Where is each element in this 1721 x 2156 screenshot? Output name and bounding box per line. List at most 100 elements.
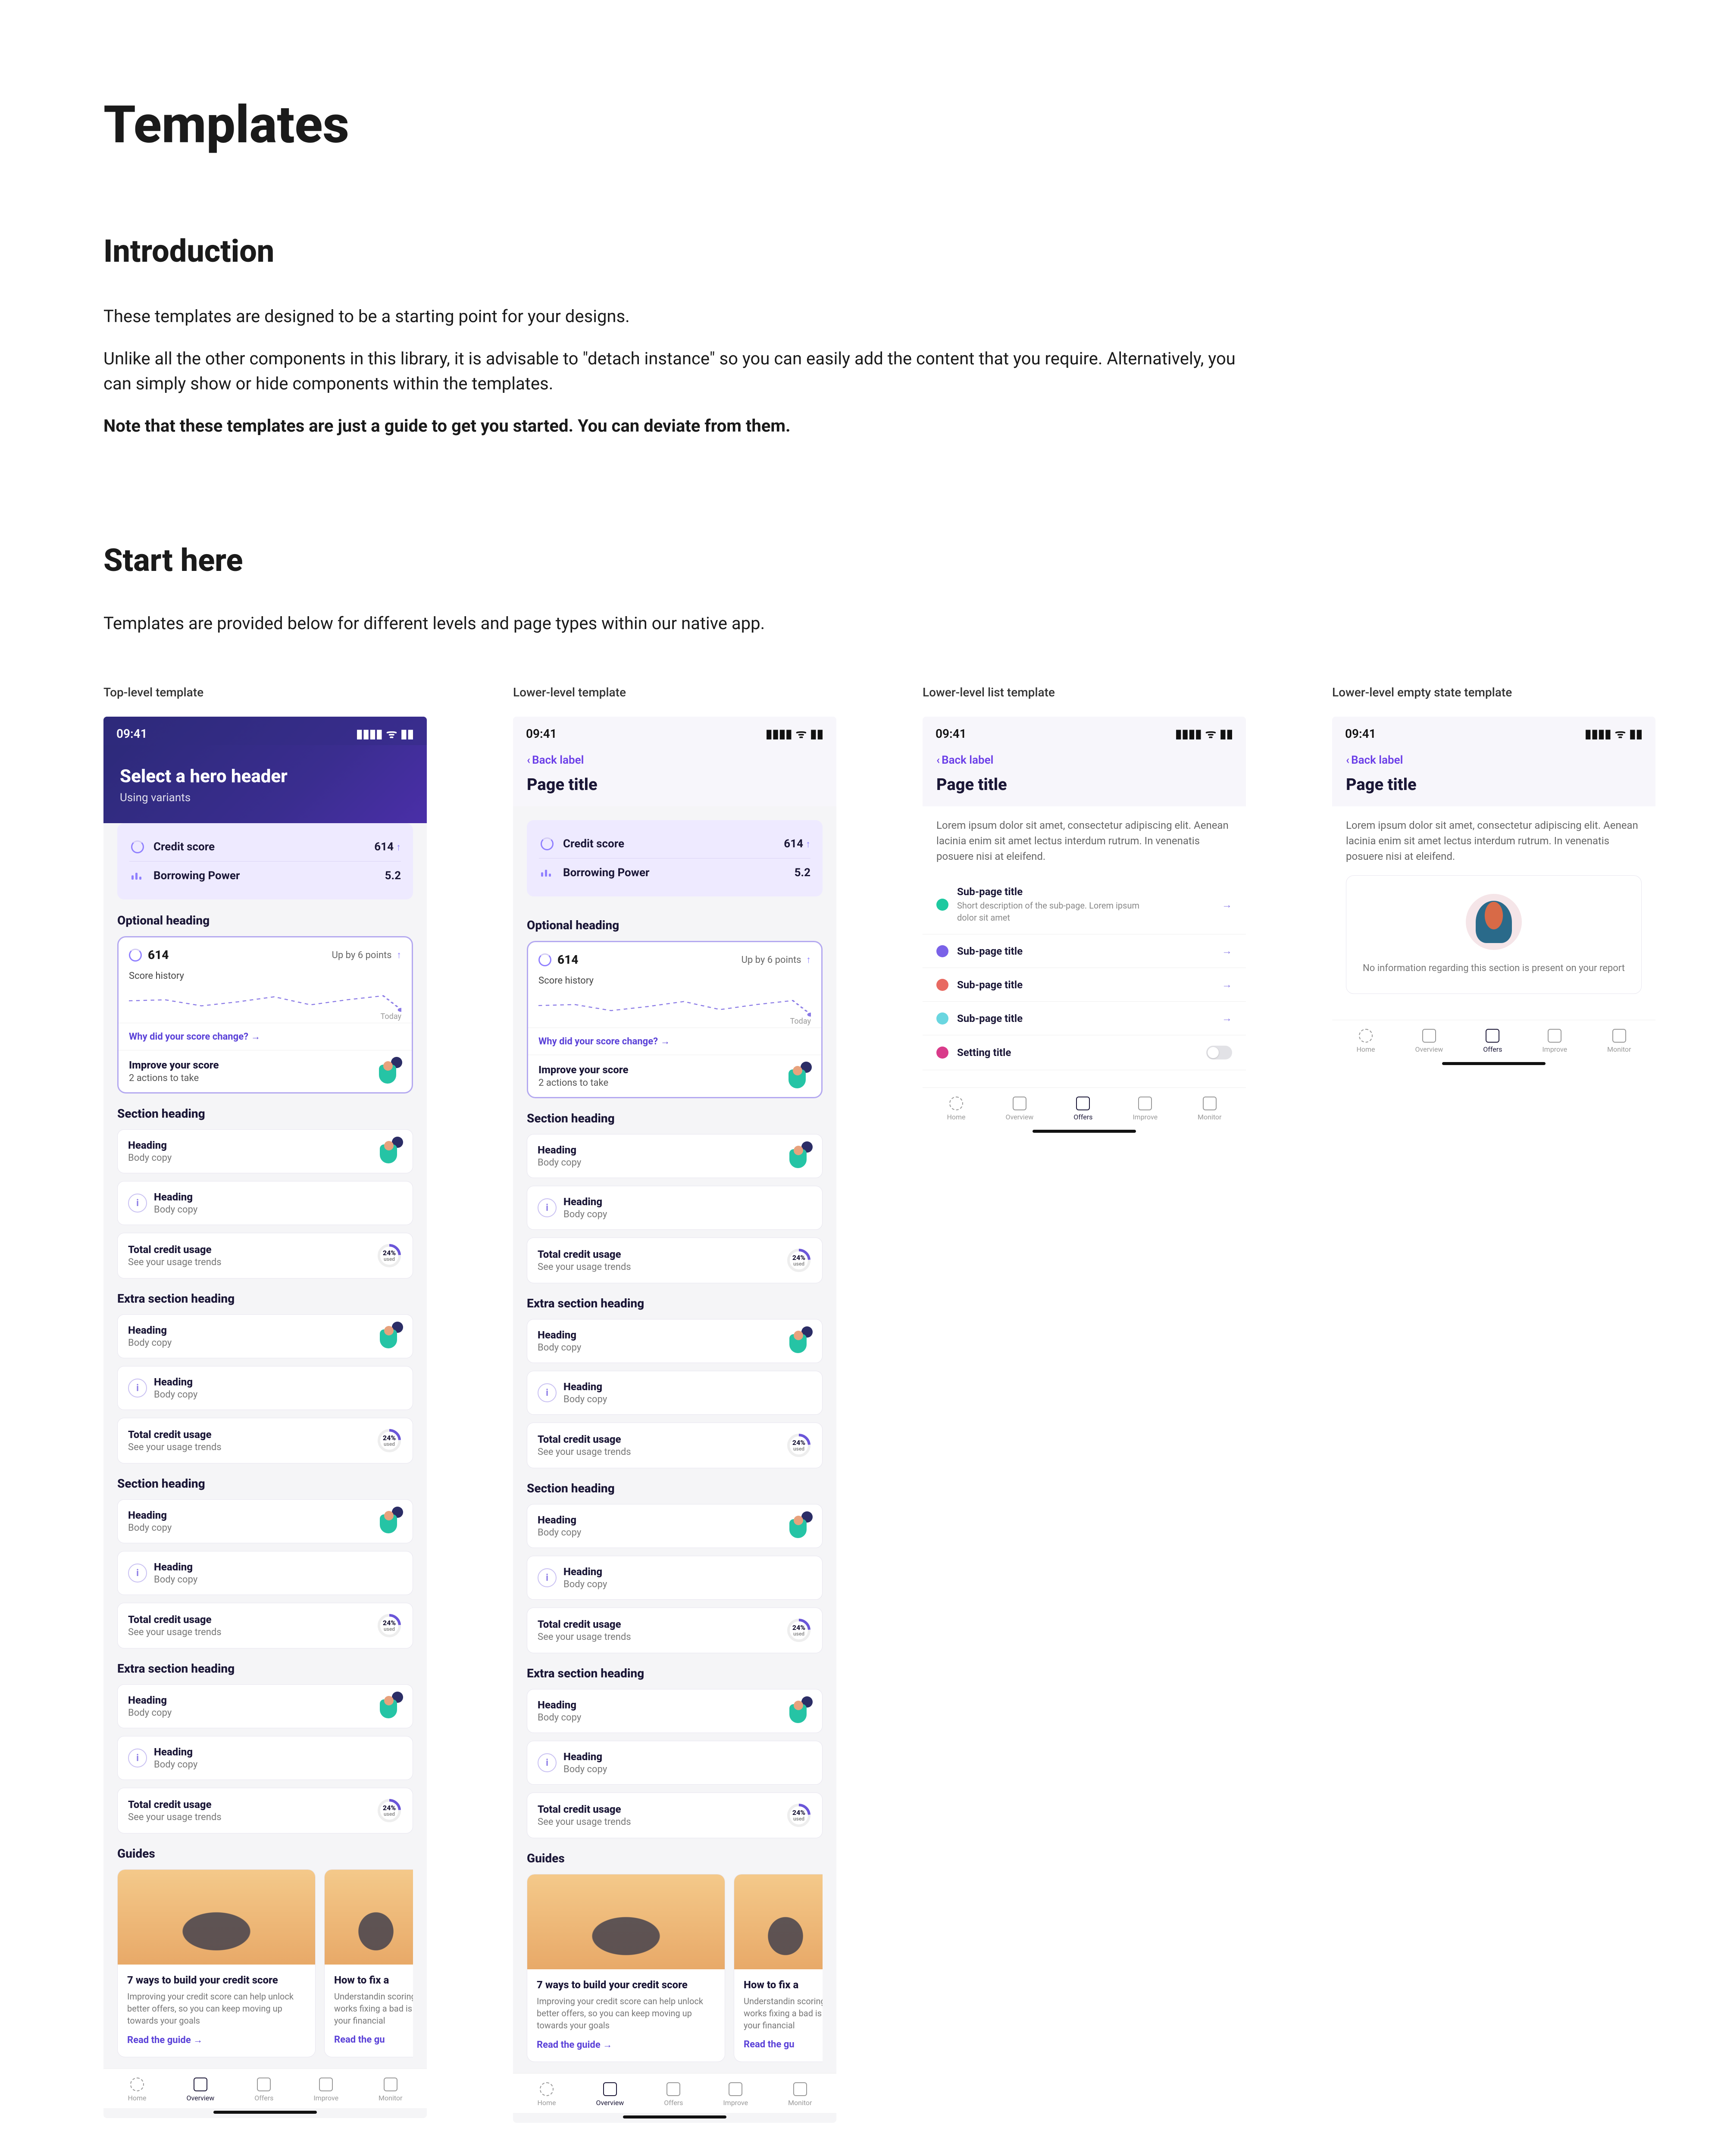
card-usage[interactable]: Total credit usageSee your usage trends2… bbox=[117, 1418, 413, 1463]
monitor-icon bbox=[1612, 1029, 1626, 1043]
tab-improve[interactable]: Improve bbox=[313, 2078, 338, 2102]
card-usage[interactable]: Total credit usageSee your usage trends2… bbox=[117, 1603, 413, 1648]
tab-home[interactable]: Home bbox=[1356, 1029, 1375, 1053]
circle-icon bbox=[131, 840, 144, 853]
list-item[interactable]: Sub-page title → bbox=[923, 1002, 1246, 1035]
card-body: Body copy bbox=[128, 1153, 172, 1163]
card-heading[interactable]: HeadingBody copy bbox=[527, 1504, 823, 1548]
list-item[interactable]: Sub-page title → bbox=[923, 934, 1246, 968]
card-usage[interactable]: Total credit usageSee your usage trends2… bbox=[527, 1792, 823, 1838]
card-info[interactable]: iHeadingBody copy bbox=[527, 1186, 823, 1230]
guide-link[interactable]: Read the gu bbox=[334, 2034, 413, 2045]
tab-monitor[interactable]: Monitor bbox=[1198, 1097, 1221, 1121]
home-icon bbox=[540, 2082, 554, 2096]
info-icon: i bbox=[538, 1568, 557, 1587]
card-info[interactable]: iHeadingBody copy bbox=[117, 1181, 413, 1225]
label-list: Lower-level list template bbox=[923, 685, 1246, 699]
tab-monitor[interactable]: Monitor bbox=[1607, 1029, 1631, 1053]
tab-overview[interactable]: Overview bbox=[1415, 1029, 1443, 1053]
score-change-link[interactable]: Why did your score change? → bbox=[528, 1028, 821, 1055]
tab-improve[interactable]: Improve bbox=[1542, 1029, 1567, 1053]
guide-link[interactable]: Read the gu bbox=[744, 2039, 823, 2050]
list-item[interactable]: Sub-page title → bbox=[923, 968, 1246, 1002]
card-usage[interactable]: Total credit usageSee your usage trends2… bbox=[527, 1608, 823, 1653]
chat-icon bbox=[936, 899, 948, 911]
metrics-card[interactable]: Credit score 614↑ Borrowing Power 5.2 bbox=[117, 823, 413, 899]
tab-monitor[interactable]: Monitor bbox=[788, 2082, 812, 2107]
tab-improve[interactable]: Improve bbox=[1133, 1097, 1158, 1121]
back-link[interactable]: ‹Back label bbox=[1332, 745, 1655, 770]
metric-value: 5.2 bbox=[795, 866, 810, 879]
card-body: Body copy bbox=[128, 1523, 172, 1533]
improve-score-row[interactable]: Improve your score 2 actions to take bbox=[528, 1055, 821, 1097]
arrow-right-icon: → bbox=[1222, 1012, 1232, 1025]
guide-title: 7 ways to build your credit score bbox=[127, 1974, 306, 1986]
guide-card[interactable]: How to fix a Understandin scoring works… bbox=[324, 1869, 413, 2057]
phone-empty: 09:41 ▮▮▮▮ᯤ▮▮ ‹Back label Page title Lor… bbox=[1332, 717, 1655, 1069]
tab-home[interactable]: Home bbox=[537, 2082, 556, 2107]
score-card[interactable]: 614 Up by 6 points ↑ Score history Today… bbox=[527, 941, 823, 1098]
card-info[interactable]: iHeadingBody copy bbox=[117, 1736, 413, 1780]
metrics-card[interactable]: Credit score 614↑ Borrowing Power 5.2 bbox=[527, 820, 823, 896]
card-body: Body copy bbox=[154, 1389, 197, 1400]
card-usage[interactable]: Total credit usageSee your usage trends2… bbox=[527, 1423, 823, 1468]
guides-row[interactable]: 7 ways to build your credit score Improv… bbox=[117, 1869, 413, 2057]
card-heading[interactable]: HeadingBody copy bbox=[527, 1134, 823, 1178]
tabbar: Home Overview Offers Improve Monitor bbox=[513, 2073, 836, 2113]
tab-monitor[interactable]: Monitor bbox=[379, 2078, 402, 2102]
tab-offers[interactable]: Offers bbox=[1483, 1029, 1502, 1053]
hero-header: Select a hero header Using variants bbox=[103, 745, 427, 823]
guide-link[interactable]: Read the guide → bbox=[127, 2034, 306, 2046]
card-heading[interactable]: HeadingBody copy bbox=[527, 1689, 823, 1733]
card-heading[interactable]: HeadingBody copy bbox=[117, 1684, 413, 1728]
card-info[interactable]: iHeadingBody copy bbox=[117, 1551, 413, 1595]
card-body: Body copy bbox=[128, 1338, 172, 1348]
guide-card[interactable]: How to fix a Understandin scoring works… bbox=[734, 1874, 823, 2062]
tab-overview[interactable]: Overview bbox=[596, 2082, 624, 2107]
card-info[interactable]: iHeadingBody copy bbox=[527, 1741, 823, 1785]
improve-score-row[interactable]: Improve your score 2 actions to take bbox=[119, 1050, 412, 1092]
metric-credit-score[interactable]: Credit score 614↑ bbox=[129, 833, 401, 862]
toggle[interactable] bbox=[1206, 1046, 1232, 1059]
card-heading[interactable]: HeadingBody copy bbox=[117, 1499, 413, 1543]
card-info[interactable]: iHeadingBody copy bbox=[117, 1366, 413, 1410]
guide-link[interactable]: Read the guide → bbox=[537, 2039, 715, 2050]
overview-icon bbox=[194, 2078, 207, 2091]
phone-list: 09:41 ▮▮▮▮ᯤ▮▮ ‹Back label Page title Lor… bbox=[923, 717, 1246, 1137]
card-usage[interactable]: Total credit usageSee your usage trends2… bbox=[527, 1238, 823, 1283]
back-link[interactable]: ‹Back label bbox=[923, 745, 1246, 770]
wifi-icon: ᯤ bbox=[386, 725, 397, 742]
score-change-link[interactable]: Why did your score change? → bbox=[119, 1023, 412, 1050]
card-heading[interactable]: HeadingBody copy bbox=[117, 1129, 413, 1173]
card-heading[interactable]: HeadingBody copy bbox=[527, 1319, 823, 1363]
card-info[interactable]: iHeadingBody copy bbox=[527, 1371, 823, 1415]
person-illustration bbox=[371, 1059, 401, 1084]
list-item[interactable]: Sub-page titleShort description of the s… bbox=[923, 875, 1246, 934]
card-body: Body copy bbox=[128, 1708, 172, 1718]
tab-offers[interactable]: Offers bbox=[254, 2078, 273, 2102]
guide-card[interactable]: 7 ways to build your credit score Improv… bbox=[117, 1869, 316, 2057]
back-link[interactable]: ‹Back label bbox=[513, 745, 836, 770]
list-item-setting[interactable]: Setting title bbox=[923, 1035, 1246, 1070]
guides-row[interactable]: 7 ways to build your credit score Improv… bbox=[527, 1874, 823, 2062]
score-card[interactable]: 614 Up by 6 points ↑ Score history Today… bbox=[117, 936, 413, 1094]
card-usage[interactable]: Total credit usageSee your usage trends2… bbox=[117, 1788, 413, 1833]
metric-credit-score[interactable]: Credit score 614↑ bbox=[539, 830, 810, 859]
card-heading[interactable]: HeadingBody copy bbox=[117, 1314, 413, 1358]
guide-card[interactable]: 7 ways to build your credit score Improv… bbox=[527, 1874, 725, 2062]
tab-home[interactable]: Home bbox=[128, 2078, 146, 2102]
section-heading: Section heading bbox=[117, 1106, 413, 1121]
score-delta: Up by 6 points ↑ bbox=[332, 950, 401, 961]
home-indicator bbox=[623, 2115, 726, 2118]
monitor-icon bbox=[384, 2078, 397, 2091]
tab-offers[interactable]: Offers bbox=[664, 2082, 683, 2107]
tab-improve[interactable]: Improve bbox=[723, 2082, 748, 2107]
card-info[interactable]: iHeadingBody copy bbox=[527, 1556, 823, 1600]
tab-home[interactable]: Home bbox=[947, 1097, 965, 1121]
metric-borrowing-power[interactable]: Borrowing Power 5.2 bbox=[539, 859, 810, 887]
card-usage[interactable]: Total credit usageSee your usage trends2… bbox=[117, 1233, 413, 1279]
tab-overview[interactable]: Overview bbox=[186, 2078, 214, 2102]
metric-borrowing-power[interactable]: Borrowing Power 5.2 bbox=[129, 862, 401, 890]
tab-offers[interactable]: Offers bbox=[1073, 1097, 1092, 1121]
tab-overview[interactable]: Overview bbox=[1005, 1097, 1033, 1121]
